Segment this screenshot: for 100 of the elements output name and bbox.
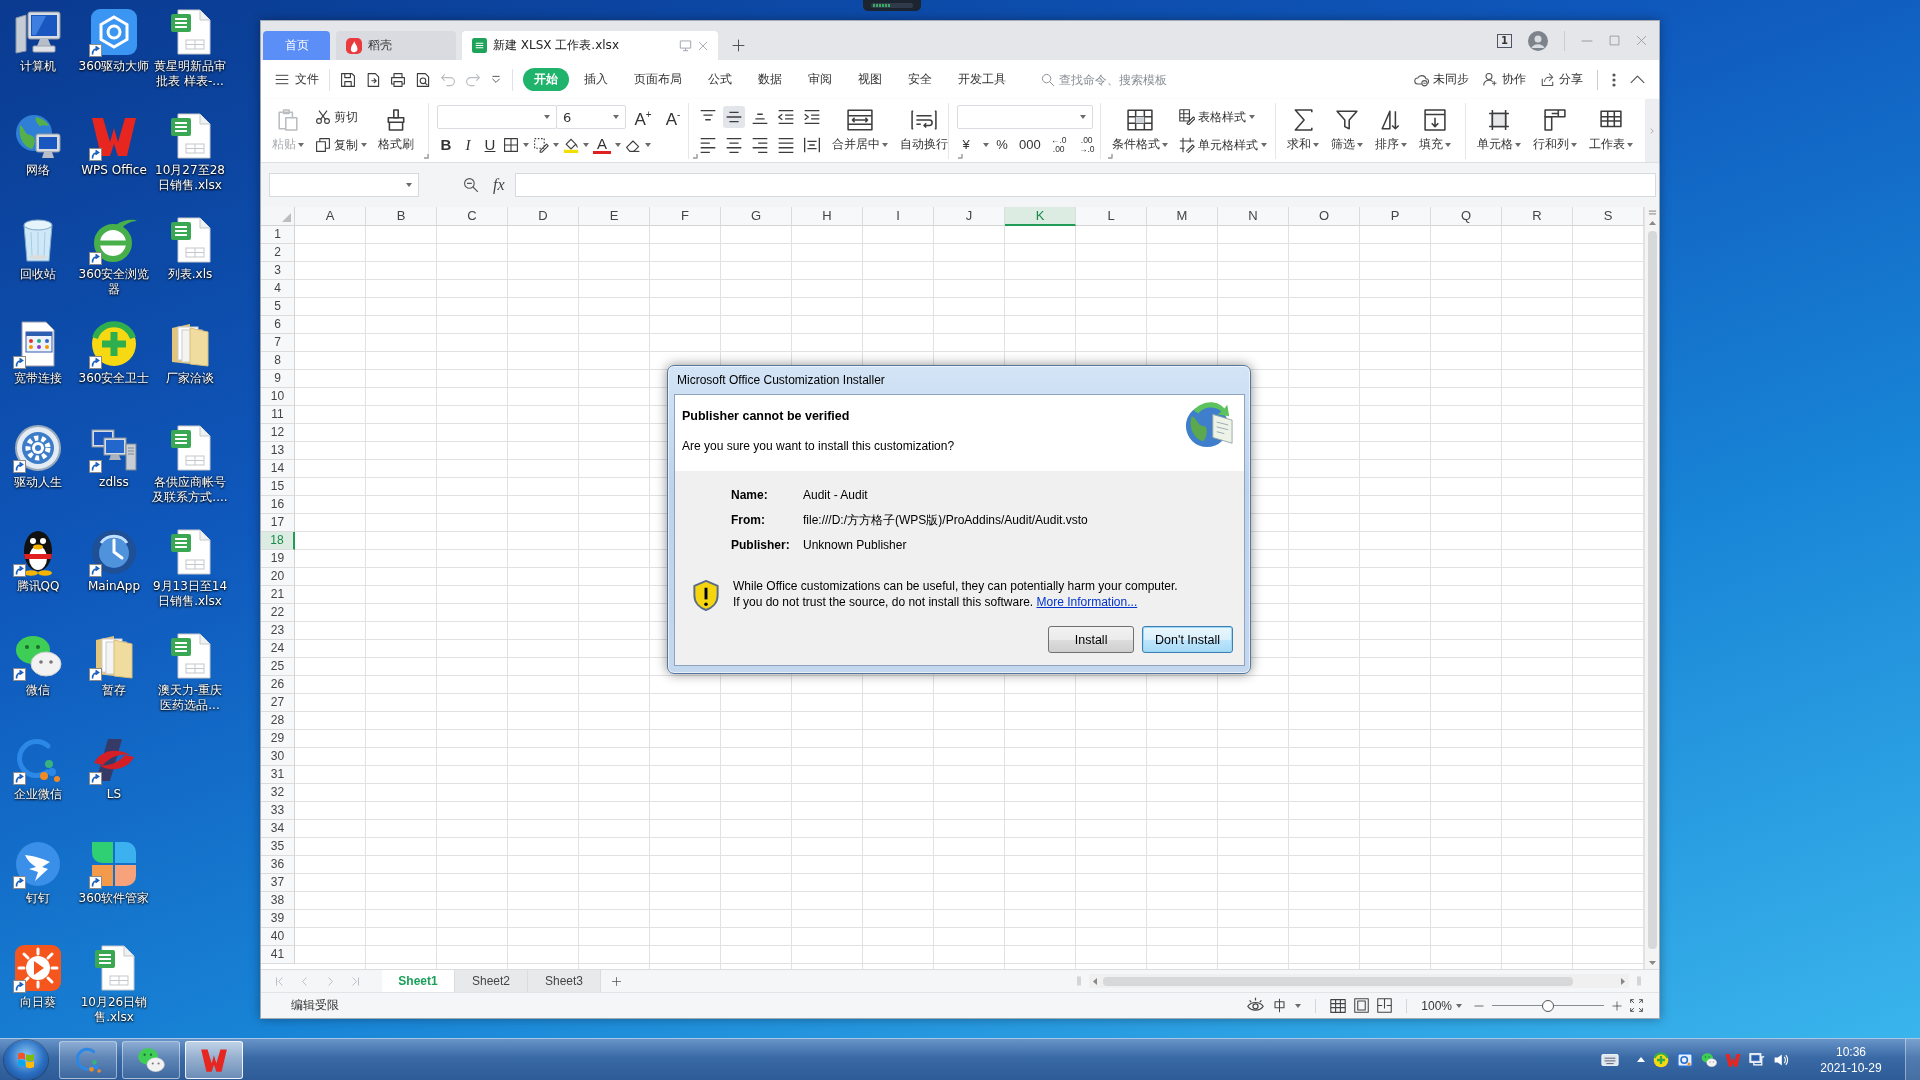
gear-icon[interactable]	[14, 424, 62, 472]
row-header[interactable]: 41	[261, 946, 295, 964]
icon-label[interactable]: 列表.xls	[152, 267, 228, 282]
row-header[interactable]: 31	[261, 766, 295, 784]
font-name-field[interactable]	[437, 105, 557, 129]
sync-button[interactable]: 未同步	[1414, 71, 1469, 88]
horizontal-scrollbar[interactable]	[1089, 974, 1629, 988]
row-header[interactable]: 24	[261, 640, 295, 658]
icon-label[interactable]: 10月26日销售.xlsx	[76, 995, 152, 1025]
row-header[interactable]: 38	[261, 892, 295, 910]
merge-center-button[interactable]: 合并居中	[829, 104, 891, 158]
table-style-button[interactable]: 表格样式	[1177, 105, 1269, 129]
share-button[interactable]: 分享	[1540, 71, 1583, 88]
shrink-font-button[interactable]: A$^{-}$	[660, 104, 686, 130]
menu-tab[interactable]: 安全	[895, 68, 945, 91]
column-header[interactable]: G	[721, 207, 792, 226]
zoom-in-icon[interactable]	[1612, 1000, 1622, 1011]
font-color-button[interactable]: A	[593, 136, 611, 154]
row-header[interactable]: 40	[261, 928, 295, 946]
column-header[interactable]: E	[579, 207, 650, 226]
collapse-icon[interactable]	[1630, 75, 1645, 84]
menu-tab[interactable]: 公式	[695, 68, 745, 91]
show-desktop-button[interactable]	[1905, 1039, 1920, 1080]
menu-tab[interactable]: 插入	[571, 68, 621, 91]
column-header[interactable]: Q	[1431, 207, 1502, 226]
cut-button[interactable]: 剪切	[313, 105, 369, 129]
eye-icon[interactable]	[1247, 997, 1265, 1014]
icon-label[interactable]: 计算机	[0, 59, 76, 74]
icon-label[interactable]: 厂家洽谈	[152, 371, 228, 386]
row-header[interactable]: 36	[261, 856, 295, 874]
row-header[interactable]: 30	[261, 748, 295, 766]
icon-label[interactable]: WPS Office	[76, 163, 152, 178]
column-header[interactable]: S	[1573, 207, 1644, 226]
row-header[interactable]: 2	[261, 244, 295, 262]
fill-color-icon[interactable]	[563, 137, 579, 153]
chat-bubbles-icon[interactable]	[1701, 1051, 1717, 1068]
row-header[interactable]: 6	[261, 316, 295, 334]
icon-label[interactable]: 黄星明新品审批表 样表-...	[152, 59, 228, 89]
dont-install-button[interactable]: Don't Install	[1142, 626, 1233, 653]
row-header[interactable]: 20	[261, 568, 295, 586]
row-header[interactable]: 18	[261, 532, 295, 550]
bold-button[interactable]: B	[437, 135, 455, 155]
thousands-button[interactable]: 000	[1019, 135, 1041, 155]
row-header[interactable]: 4	[261, 280, 295, 298]
taskbar-button[interactable]	[59, 1040, 117, 1079]
row-header[interactable]: 12	[261, 424, 295, 442]
row-header[interactable]: 35	[261, 838, 295, 856]
new-tab-icon[interactable]	[732, 39, 745, 52]
row-header[interactable]: 11	[261, 406, 295, 424]
row-header[interactable]: 28	[261, 712, 295, 730]
row-header[interactable]: 9	[261, 370, 295, 388]
icon-label[interactable]: 宽带连接	[0, 371, 76, 386]
wing-logo-icon[interactable]	[14, 840, 62, 888]
split-handle-icon[interactable]	[1077, 976, 1081, 986]
column-header[interactable]: H	[792, 207, 863, 226]
underline-button[interactable]: U	[481, 135, 499, 155]
icon-label[interactable]: zdlss	[76, 475, 152, 490]
monitor-icon[interactable]	[1749, 1051, 1765, 1068]
sort-button[interactable]: 排序	[1372, 104, 1410, 158]
computer-icon[interactable]	[14, 8, 62, 56]
scroll-thumb[interactable]	[1647, 231, 1657, 949]
caret-icon[interactable]	[983, 143, 989, 147]
normal-view-icon[interactable]	[1330, 997, 1347, 1014]
install-button[interactable]: Install	[1048, 626, 1135, 653]
column-header[interactable]: F	[650, 207, 721, 226]
scroll-left-icon[interactable]	[1093, 977, 1097, 985]
column-header[interactable]: B	[366, 207, 437, 226]
icon-label[interactable]: 360安全浏览器	[76, 267, 152, 297]
icon-label[interactable]: 360安全卫士	[76, 371, 152, 386]
cell-button[interactable]: 单元格	[1474, 104, 1524, 158]
icon-label[interactable]: 网络	[0, 163, 76, 178]
save-icon[interactable]	[340, 71, 356, 88]
slider-thumb[interactable]	[1542, 999, 1554, 1012]
filter-button[interactable]: 筛选	[1328, 104, 1366, 158]
scroll-right-icon[interactable]	[1621, 977, 1625, 985]
icon-label[interactable]: 暂存	[76, 683, 152, 698]
icon-label[interactable]: 回收站	[0, 267, 76, 282]
format-painter-button[interactable]: 格式刷	[375, 104, 417, 158]
icon-label[interactable]: 钉钉	[0, 891, 76, 906]
print-preview-icon[interactable]	[415, 71, 431, 88]
row-header[interactable]: 15	[261, 478, 295, 496]
row-header[interactable]: 29	[261, 730, 295, 748]
sum-button[interactable]: 求和	[1284, 104, 1322, 158]
row-header[interactable]: 14	[261, 460, 295, 478]
menu-tab[interactable]: 审阅	[795, 68, 845, 91]
formula-input[interactable]	[515, 173, 1656, 197]
row-header[interactable]: 22	[261, 604, 295, 622]
export-icon[interactable]	[365, 71, 381, 88]
icon-label[interactable]: 360软件管家	[76, 891, 152, 906]
column-header[interactable]: I	[863, 207, 934, 226]
search-field[interactable]: 查找命令、搜索模板	[1059, 72, 1191, 87]
sheet-tab[interactable]: Sheet2	[455, 970, 528, 992]
network-icon[interactable]	[14, 112, 62, 160]
window-count-button[interactable]: 1	[1497, 33, 1512, 48]
fill-pattern-icon[interactable]	[533, 137, 549, 153]
grow-font-button[interactable]: A$^{+}$	[630, 104, 656, 130]
row-header[interactable]: 7	[261, 334, 295, 352]
align-middle-icon[interactable]	[723, 106, 745, 128]
column-header[interactable]: N	[1218, 207, 1289, 226]
worksheet-button[interactable]: 工作表	[1586, 104, 1636, 158]
